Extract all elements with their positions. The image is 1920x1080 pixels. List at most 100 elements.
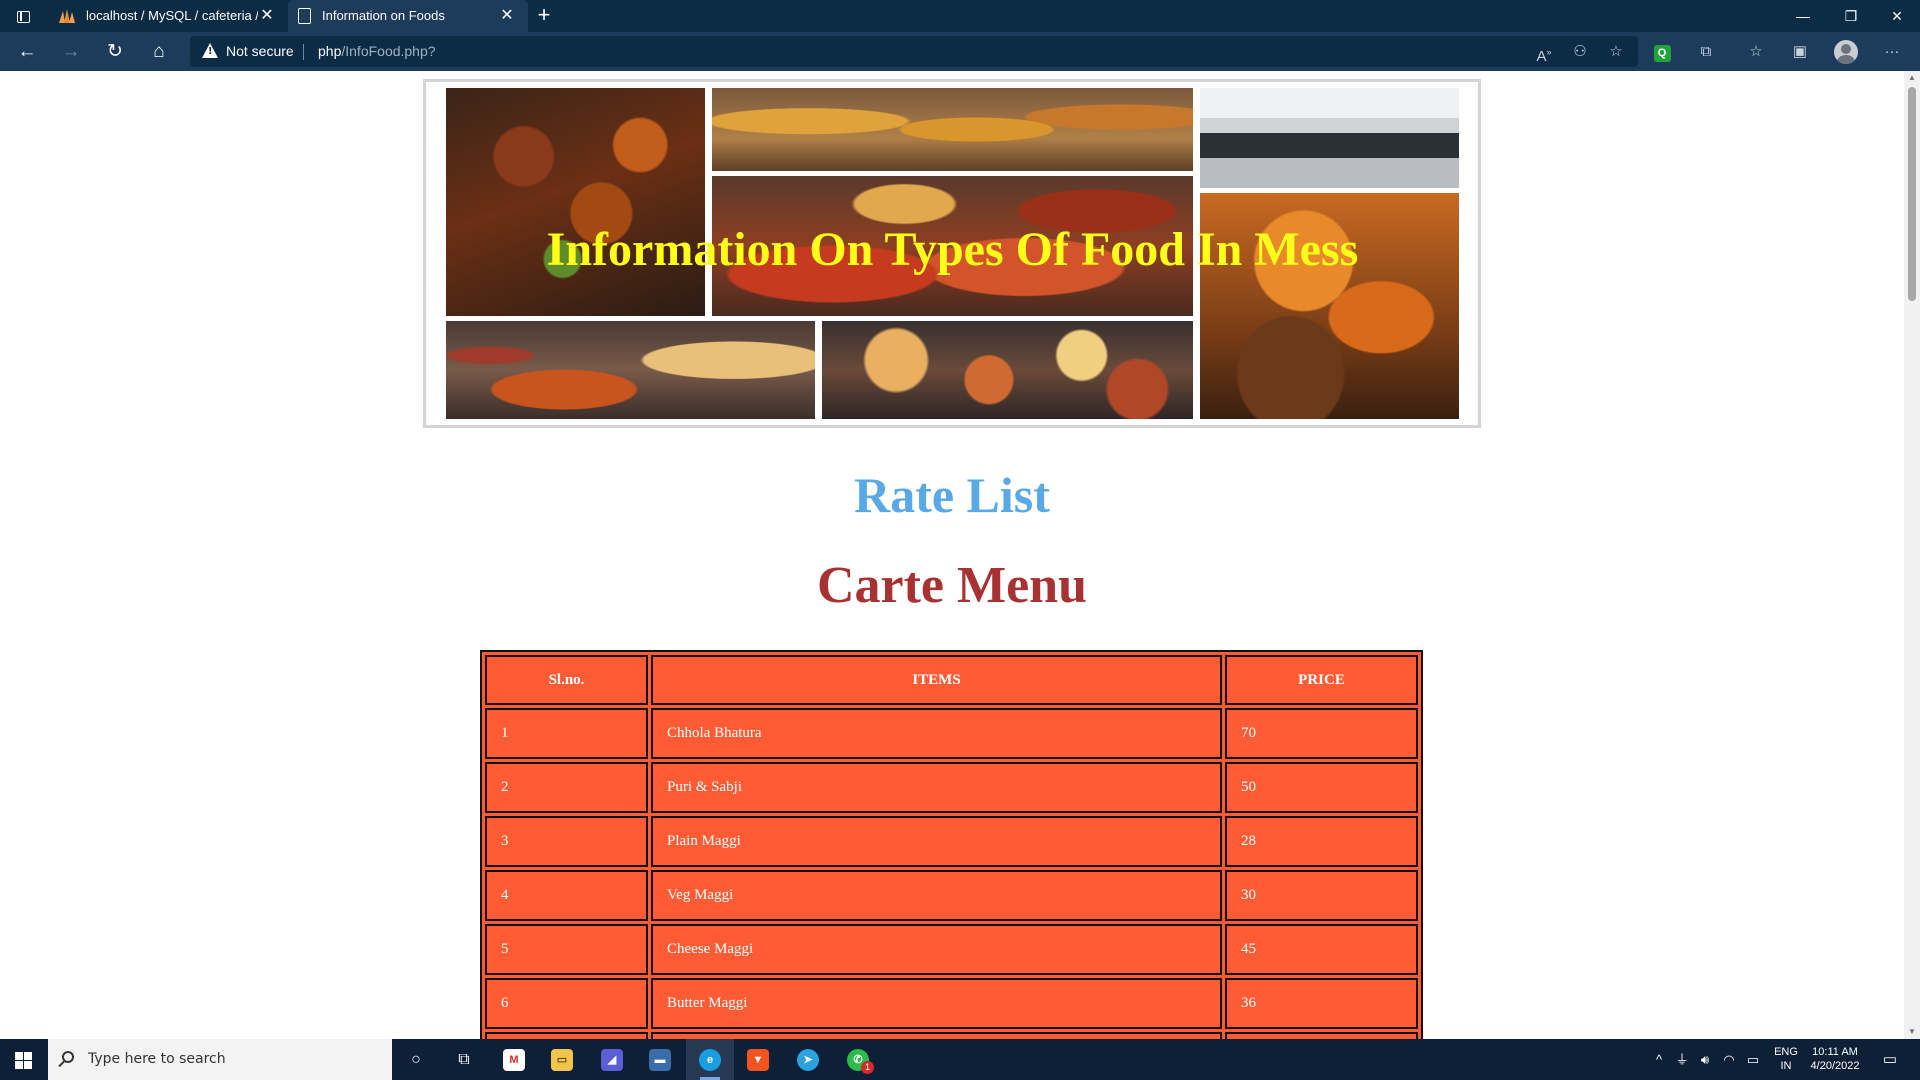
profile-switch-icon[interactable]: ⚇: [1566, 38, 1594, 66]
food-photo-buffet: [712, 88, 1193, 171]
whatsapp-icon[interactable]: ✆ 1: [834, 1039, 882, 1080]
column-header-slno: Sl.no.: [485, 655, 648, 705]
scroll-up-icon[interactable]: ▲: [1904, 71, 1920, 85]
tab-actions-icon[interactable]: [12, 6, 34, 26]
banner-title: Information On Types Of Food In Mess: [546, 223, 1359, 276]
home-icon[interactable]: ⌂: [146, 39, 172, 65]
back-icon[interactable]: ←: [14, 39, 40, 65]
close-tab-icon[interactable]: ✕: [498, 0, 516, 32]
cell-item: Puri & Sabji: [651, 762, 1222, 813]
phpmyadmin-icon: [59, 9, 75, 23]
collections-icon[interactable]: ▣: [1786, 38, 1814, 66]
cell-price: 45: [1225, 924, 1418, 975]
restore-icon[interactable]: ❐: [1828, 0, 1874, 32]
column-header-items: ITEMS: [651, 655, 1222, 705]
more-options-icon[interactable]: ···: [1878, 38, 1906, 66]
forward-icon[interactable]: →: [58, 39, 84, 65]
table-row: 1 Chhola Bhatura 70: [485, 708, 1418, 759]
search-icon: [62, 1051, 74, 1063]
column-header-price: PRICE: [1225, 655, 1418, 705]
file-explorer-icon[interactable]: ▭: [538, 1039, 586, 1080]
battery-icon[interactable]: ▭: [1742, 1039, 1764, 1080]
browser-titlebar: localhost / MySQL / cafeteria / r ✕ Info…: [0, 0, 1920, 32]
page-icon: [298, 8, 311, 24]
url-host: php: [318, 43, 342, 59]
table-row: [485, 1032, 1418, 1039]
language-indicator[interactable]: ENG IN: [1766, 1039, 1806, 1080]
brave-browser-icon[interactable]: ▼: [734, 1039, 782, 1080]
profile-avatar[interactable]: [1834, 40, 1858, 64]
tab-phpmyadmin[interactable]: localhost / MySQL / cafeteria / r ✕: [46, 0, 284, 32]
volume-icon[interactable]: 🔊︎: [1694, 1039, 1716, 1080]
wifi-icon[interactable]: ◠: [1718, 1039, 1740, 1080]
scroll-down-icon[interactable]: ▼: [1904, 1025, 1920, 1039]
usb-icon[interactable]: ⏚: [1672, 1039, 1692, 1080]
cell-slno: 1: [485, 708, 648, 759]
tab-title: localhost / MySQL / cafeteria / r: [86, 8, 258, 23]
table-row: 6 Butter Maggi 36: [485, 978, 1418, 1029]
clock-time: 10:11 AM: [1812, 1046, 1858, 1058]
extension-q-icon[interactable]: Q: [1648, 38, 1676, 66]
url-path: /InfoFood.php?: [341, 43, 436, 59]
cell-item: Chhola Bhatura: [651, 708, 1222, 759]
windows-taskbar: Type here to search ○ ⧉ M ▭ ◢ ▬ e ▼ ➤ ✆ 1…: [0, 1039, 1920, 1080]
close-tab-icon[interactable]: ✕: [258, 0, 276, 32]
clock-date: 4/20/2022: [1810, 1060, 1860, 1072]
cell-price: 70: [1225, 708, 1418, 759]
food-photo-paratha: [446, 321, 815, 419]
windows-start-icon[interactable]: [0, 1039, 46, 1080]
security-status[interactable]: Not secure: [226, 36, 294, 67]
search-placeholder: Type here to search: [88, 1051, 226, 1067]
table-row: 4 Veg Maggi 30: [485, 870, 1418, 921]
minimize-icon[interactable]: —: [1780, 0, 1826, 32]
notifications-icon[interactable]: ▭: [1870, 1039, 1910, 1080]
system-clock[interactable]: 10:11 AM 4/20/2022: [1806, 1039, 1864, 1080]
add-favorite-icon[interactable]: ☆: [1602, 38, 1630, 66]
visual-studio-icon[interactable]: ◢: [588, 1039, 636, 1080]
gmail-icon[interactable]: M: [490, 1039, 538, 1080]
cell-slno: [485, 1032, 648, 1039]
cell-price: 50: [1225, 762, 1418, 813]
carte-menu-heading: Carte Menu: [816, 557, 1088, 614]
show-hidden-icons[interactable]: ^: [1648, 1039, 1670, 1080]
cell-item: Butter Maggi: [651, 978, 1222, 1029]
cell-slno: 2: [485, 762, 648, 813]
favorites-icon[interactable]: ☆: [1742, 38, 1770, 66]
edge-browser-icon[interactable]: e: [686, 1039, 734, 1080]
cell-slno: 5: [485, 924, 648, 975]
page-viewport: Information On Types Of Food In Mess Rat…: [0, 71, 1904, 1039]
region-code: IN: [1780, 1060, 1792, 1072]
cortana-icon[interactable]: ○: [392, 1039, 440, 1080]
scroll-thumb[interactable]: [1908, 87, 1916, 301]
taskbar-search-input[interactable]: Type here to search: [48, 1039, 392, 1080]
cell-price: [1225, 1032, 1418, 1039]
cell-price: 30: [1225, 870, 1418, 921]
tab-title: Information on Foods: [322, 8, 445, 23]
url-divider: [303, 44, 304, 60]
menu-table: Sl.no. ITEMS PRICE 1 Chhola Bhatura 70 2…: [480, 650, 1423, 1039]
warning-icon[interactable]: [202, 43, 218, 58]
cell-item: [651, 1032, 1222, 1039]
table-row: 5 Cheese Maggi 45: [485, 924, 1418, 975]
telegram-icon[interactable]: ➤: [784, 1039, 832, 1080]
table-header-row: Sl.no. ITEMS PRICE: [485, 655, 1418, 705]
cell-item: Cheese Maggi: [651, 924, 1222, 975]
tab-information-on-foods[interactable]: Information on Foods ✕: [288, 0, 528, 32]
browser-toolbar: ← → ↻ ⌂ Not secure php/InfoFood.php? A» …: [0, 32, 1920, 71]
read-aloud-icon[interactable]: A»: [1530, 38, 1558, 66]
laptop-app-icon[interactable]: ▬: [636, 1039, 684, 1080]
mess-hall-photo: [1200, 88, 1459, 188]
extensions-icon[interactable]: ⧉: [1692, 38, 1720, 66]
url-text[interactable]: php/InfoFood.php?: [318, 36, 436, 67]
refresh-icon[interactable]: ↻: [102, 39, 128, 65]
food-photo-chilli: [446, 88, 705, 316]
cell-item: Plain Maggi: [651, 816, 1222, 867]
address-bar[interactable]: Not secure php/InfoFood.php?: [190, 36, 1638, 67]
task-view-icon[interactable]: ⧉: [440, 1039, 488, 1080]
page-scrollbar[interactable]: ▲ ▼: [1904, 71, 1920, 1039]
notification-badge: 1: [861, 1061, 874, 1074]
food-photo-thali: [822, 321, 1193, 419]
new-tab-icon[interactable]: +: [534, 0, 554, 32]
close-window-icon[interactable]: ✕: [1874, 0, 1920, 32]
table-row: 3 Plain Maggi 28: [485, 816, 1418, 867]
